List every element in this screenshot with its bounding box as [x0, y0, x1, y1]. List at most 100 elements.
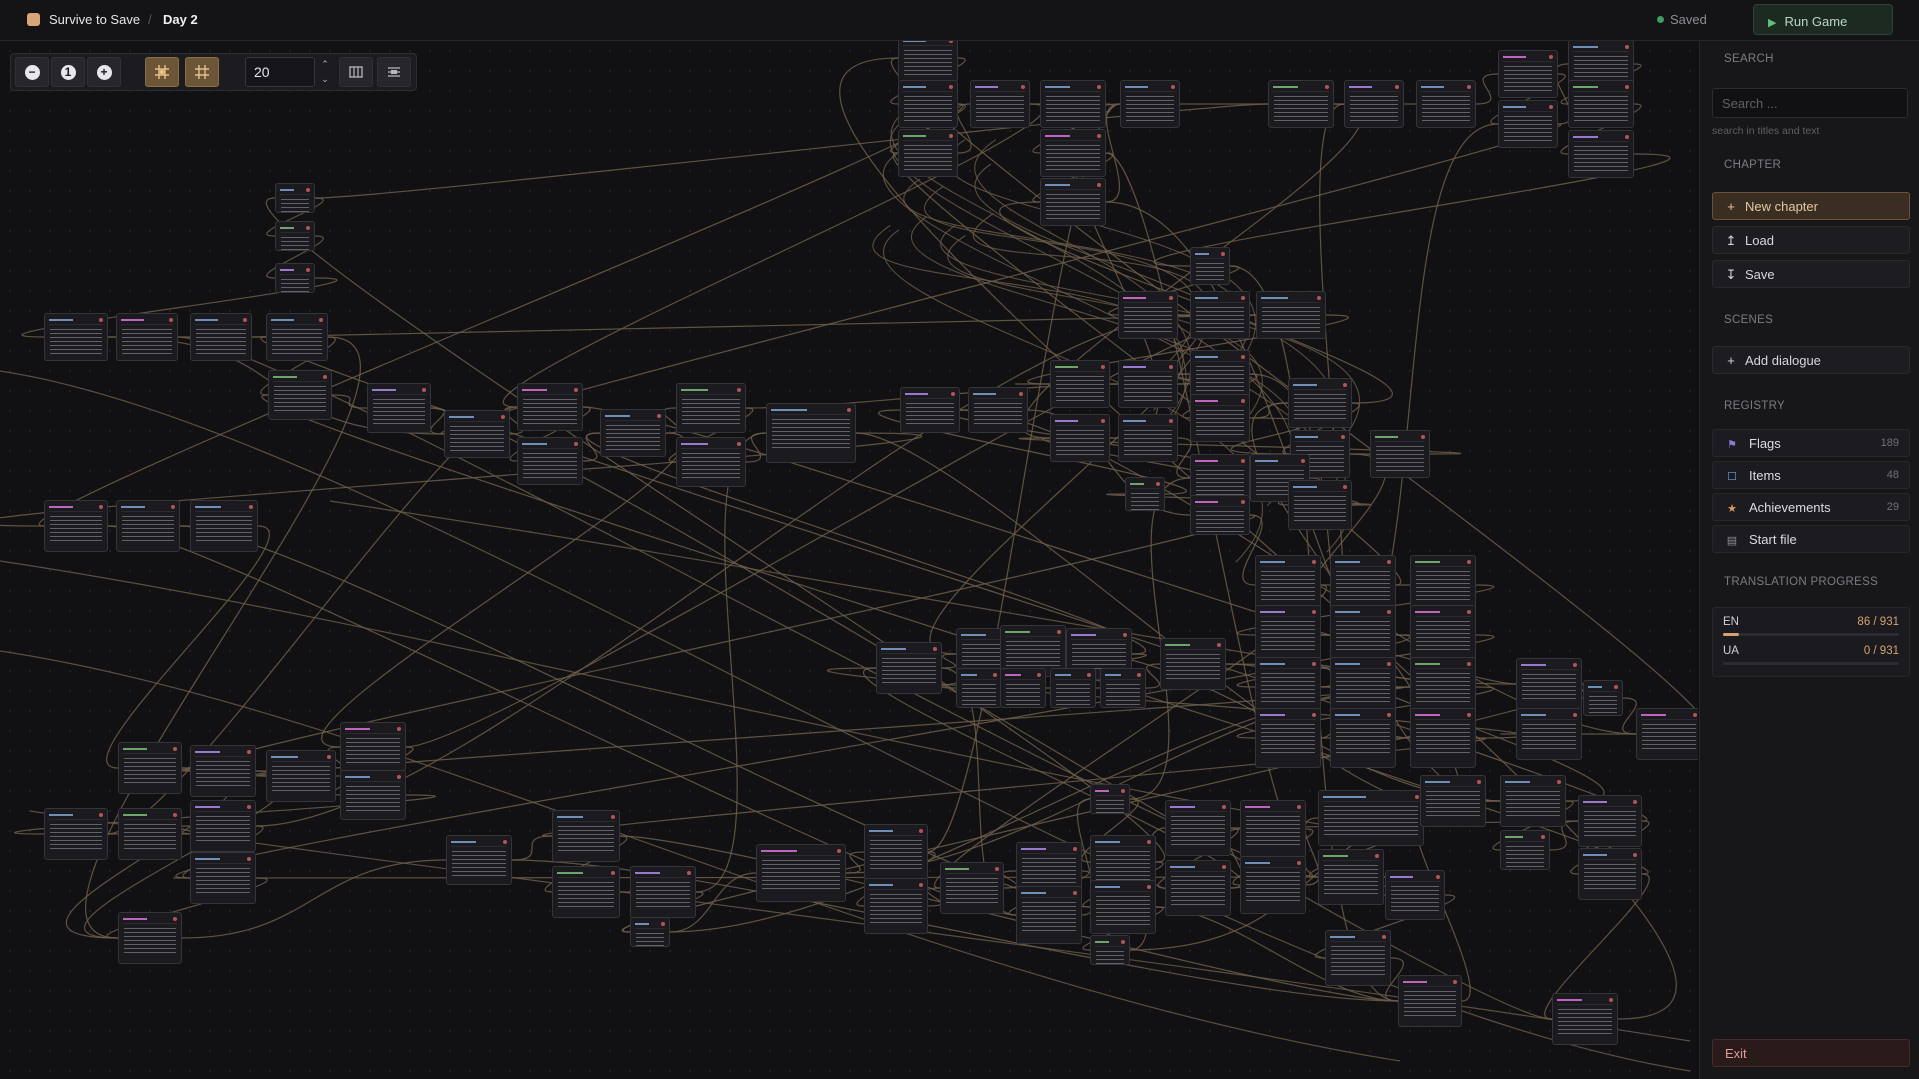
dialogue-node[interactable]	[190, 800, 256, 852]
chevron-up-icon[interactable]: ⌃	[317, 57, 333, 72]
dialogue-node[interactable]	[940, 862, 1004, 914]
new-chapter-button[interactable]: + New chapter	[1712, 192, 1910, 220]
dialogue-node[interactable]	[1165, 800, 1231, 856]
dialogue-node[interactable]	[1568, 80, 1634, 128]
dialogue-node[interactable]	[1268, 80, 1334, 128]
dialogue-node[interactable]	[1318, 790, 1424, 846]
dialogue-node[interactable]	[190, 745, 256, 797]
dialogue-node[interactable]	[190, 852, 256, 904]
dialogue-node[interactable]	[1318, 849, 1384, 905]
dialogue-node[interactable]	[1090, 935, 1130, 965]
dialogue-node[interactable]	[1370, 430, 1430, 478]
dialogue-node[interactable]	[1330, 708, 1396, 768]
dialogue-node[interactable]	[1118, 360, 1178, 408]
dialogue-node[interactable]	[1420, 775, 1486, 827]
dialogue-node[interactable]	[968, 387, 1028, 433]
dialogue-node[interactable]	[44, 313, 108, 361]
dialogue-node[interactable]	[446, 835, 512, 885]
dialogue-node[interactable]	[275, 263, 315, 293]
dialogue-node[interactable]	[1398, 975, 1462, 1027]
dialogue-node[interactable]	[1016, 886, 1082, 944]
dialogue-node[interactable]	[1090, 880, 1156, 934]
reset-zoom-button[interactable]: 1	[51, 57, 85, 87]
dialogue-node[interactable]	[1500, 830, 1550, 870]
dialogue-node[interactable]	[1325, 930, 1391, 986]
registry-start-file[interactable]: ▤ Start file	[1712, 525, 1910, 553]
dialogue-node[interactable]	[1498, 100, 1558, 148]
search-input[interactable]	[1712, 88, 1908, 118]
minimap-button[interactable]	[339, 57, 373, 87]
dialogue-node[interactable]	[1344, 80, 1404, 128]
grid-toggle[interactable]	[185, 57, 219, 87]
dialogue-node[interactable]	[1288, 480, 1352, 530]
dialogue-node[interactable]	[1050, 360, 1110, 408]
dialogue-node[interactable]	[900, 387, 960, 433]
dialogue-node[interactable]	[116, 313, 178, 361]
dialogue-node[interactable]	[1040, 129, 1106, 177]
dialogue-node[interactable]	[1190, 495, 1250, 535]
dialogue-node[interactable]	[118, 742, 182, 794]
dialogue-node[interactable]	[1288, 378, 1352, 428]
dialogue-node[interactable]	[1190, 247, 1230, 285]
dialogue-node[interactable]	[898, 129, 958, 177]
dialogue-node[interactable]	[1050, 668, 1096, 708]
dialogue-node[interactable]	[340, 770, 406, 820]
dialogue-node[interactable]	[766, 403, 856, 463]
dialogue-node[interactable]	[367, 383, 431, 433]
dialogue-node[interactable]	[1552, 993, 1618, 1045]
dialogue-node[interactable]	[340, 722, 406, 772]
dialogue-node[interactable]	[1255, 605, 1321, 665]
dialogue-node[interactable]	[1636, 708, 1698, 760]
dialogue-node[interactable]	[1568, 130, 1634, 178]
project-title[interactable]: Survive to Save	[49, 12, 140, 27]
dialogue-node[interactable]	[44, 808, 108, 860]
dialogue-node[interactable]	[1410, 708, 1476, 768]
dialogue-node[interactable]	[1160, 638, 1226, 690]
load-chapter-button[interactable]: ↥ Load	[1712, 226, 1910, 254]
dialogue-node[interactable]	[956, 668, 1002, 708]
dialogue-node[interactable]	[266, 313, 328, 361]
dialogue-node[interactable]	[190, 313, 252, 361]
node-graph-canvas[interactable]	[0, 41, 1698, 1079]
grid-size-input[interactable]	[245, 57, 315, 87]
dialogue-node[interactable]	[1240, 856, 1306, 914]
dialogue-node[interactable]	[630, 866, 696, 918]
dialogue-node[interactable]	[600, 409, 666, 457]
dialogue-node[interactable]	[44, 500, 108, 552]
chevron-down-icon[interactable]: ⌄	[317, 72, 333, 87]
dialogue-node[interactable]	[1125, 477, 1165, 511]
dialogue-node[interactable]	[118, 808, 182, 860]
dialogue-node[interactable]	[118, 912, 182, 964]
dialogue-node[interactable]	[552, 866, 620, 918]
registry-achievements[interactable]: ★ Achievements 29	[1712, 493, 1910, 521]
registry-items[interactable]: ☐ Items 48	[1712, 461, 1910, 489]
dialogue-node[interactable]	[190, 500, 258, 552]
dialogue-node[interactable]	[1516, 708, 1582, 760]
dialogue-node[interactable]	[275, 183, 315, 213]
dialogue-node[interactable]	[268, 370, 332, 420]
dialogue-node[interactable]	[676, 437, 746, 487]
dialogue-node[interactable]	[1100, 668, 1146, 708]
grid-snap-toggle[interactable]	[145, 57, 179, 87]
dialogue-node[interactable]	[1516, 658, 1582, 710]
auto-layout-button[interactable]	[377, 57, 411, 87]
dialogue-node[interactable]	[756, 844, 846, 902]
dialogue-node[interactable]	[864, 878, 928, 934]
dialogue-node[interactable]	[266, 750, 336, 802]
zoom-in-button[interactable]: +	[87, 57, 121, 87]
dialogue-node[interactable]	[1330, 605, 1396, 665]
dialogue-node[interactable]	[1256, 291, 1326, 339]
run-game-button[interactable]: ▶ Run Game	[1753, 4, 1893, 35]
dialogue-node[interactable]	[864, 824, 928, 880]
dialogue-node[interactable]	[1120, 80, 1180, 128]
dialogue-node[interactable]	[1578, 848, 1642, 900]
dialogue-node[interactable]	[1040, 80, 1106, 128]
dialogue-node[interactable]	[1498, 50, 1558, 98]
dialogue-node[interactable]	[517, 437, 583, 485]
dialogue-node[interactable]	[1118, 414, 1178, 462]
dialogue-node[interactable]	[630, 917, 670, 947]
dialogue-node[interactable]	[1240, 800, 1306, 858]
dialogue-node[interactable]	[1190, 394, 1250, 442]
exit-button[interactable]: Exit	[1712, 1039, 1910, 1067]
dialogue-node[interactable]	[1000, 668, 1046, 708]
